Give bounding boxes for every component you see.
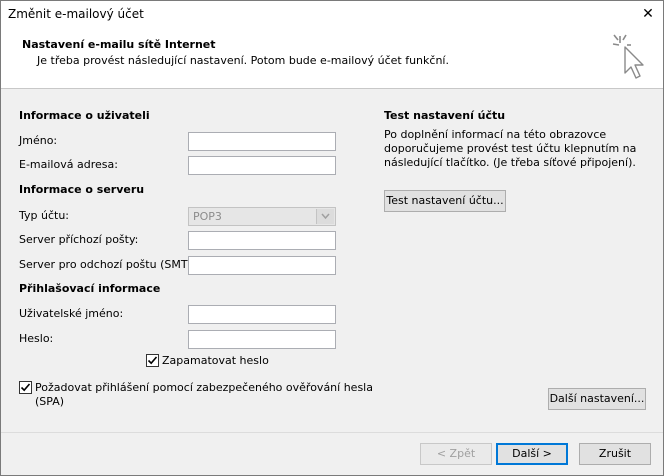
header-title: Nastavení e-mailu sítě Internet bbox=[22, 38, 216, 51]
cursor-sparkle-icon bbox=[612, 34, 644, 79]
user-info-heading: Informace o uživateli bbox=[19, 109, 150, 122]
remember-password-checkbox[interactable] bbox=[146, 354, 159, 367]
password-input[interactable] bbox=[189, 331, 335, 348]
username-label: Uživatelské jméno: bbox=[19, 307, 124, 320]
remember-password-label[interactable]: Zapamatovat heslo bbox=[162, 354, 269, 367]
email-input[interactable] bbox=[189, 157, 335, 174]
cancel-button[interactable]: Zrušit bbox=[579, 443, 651, 465]
username-input[interactable] bbox=[189, 306, 335, 323]
spa-checkbox[interactable] bbox=[19, 381, 32, 394]
spa-label-line2[interactable]: (SPA) bbox=[35, 395, 64, 408]
checkmark-icon bbox=[20, 383, 31, 392]
name-field[interactable] bbox=[188, 132, 336, 151]
name-input[interactable] bbox=[189, 133, 335, 150]
chevron-down-icon bbox=[316, 209, 334, 224]
wizard-header: Nastavení e-mailu sítě Internet Je třeba… bbox=[1, 28, 663, 89]
email-label: E-mailová adresa: bbox=[19, 158, 118, 171]
email-field[interactable] bbox=[188, 156, 336, 175]
password-field[interactable] bbox=[188, 330, 336, 349]
test-heading: Test nastavení účtu bbox=[384, 109, 506, 122]
account-type-value: POP3 bbox=[193, 210, 222, 223]
account-type-label: Typ účtu: bbox=[19, 209, 70, 222]
spa-label-line1[interactable]: Požadovat přihlášení pomocí zabezpečenéh… bbox=[35, 381, 373, 394]
title-bar: Změnit e-mailový účet ✕ bbox=[1, 1, 663, 28]
header-subtitle: Je třeba provést následující nastavení. … bbox=[37, 54, 449, 67]
test-description: Po doplnění informací na této obrazovce … bbox=[384, 128, 637, 169]
close-icon: ✕ bbox=[642, 6, 654, 22]
password-label: Heslo: bbox=[19, 332, 54, 345]
account-type-select: POP3 bbox=[188, 207, 336, 226]
test-account-button[interactable]: Test nastavení účtu... bbox=[384, 190, 506, 212]
more-settings-button[interactable]: Další nastavení... bbox=[548, 388, 646, 410]
username-field[interactable] bbox=[188, 305, 336, 324]
window-title: Změnit e-mailový účet bbox=[8, 7, 144, 21]
checkmark-icon bbox=[147, 356, 158, 365]
dialog-window: Změnit e-mailový účet ✕ Nastavení e-mail… bbox=[0, 0, 664, 476]
outgoing-server-input[interactable] bbox=[189, 257, 335, 274]
incoming-server-field[interactable] bbox=[188, 231, 336, 250]
incoming-server-label: Server příchozí pošty: bbox=[19, 233, 139, 246]
login-info-heading: Přihlašovací informace bbox=[19, 282, 161, 295]
server-info-heading: Informace o serveru bbox=[19, 183, 145, 196]
incoming-server-input[interactable] bbox=[189, 232, 335, 249]
next-button[interactable]: Další > bbox=[496, 443, 568, 465]
outgoing-server-field[interactable] bbox=[188, 256, 336, 275]
close-button[interactable]: ✕ bbox=[637, 4, 659, 24]
back-button[interactable]: < Zpět bbox=[420, 443, 492, 465]
name-label: Jméno: bbox=[19, 134, 58, 147]
outgoing-server-label: Server pro odchozí poštu (SMTP): bbox=[19, 258, 203, 271]
footer-divider bbox=[1, 432, 663, 433]
